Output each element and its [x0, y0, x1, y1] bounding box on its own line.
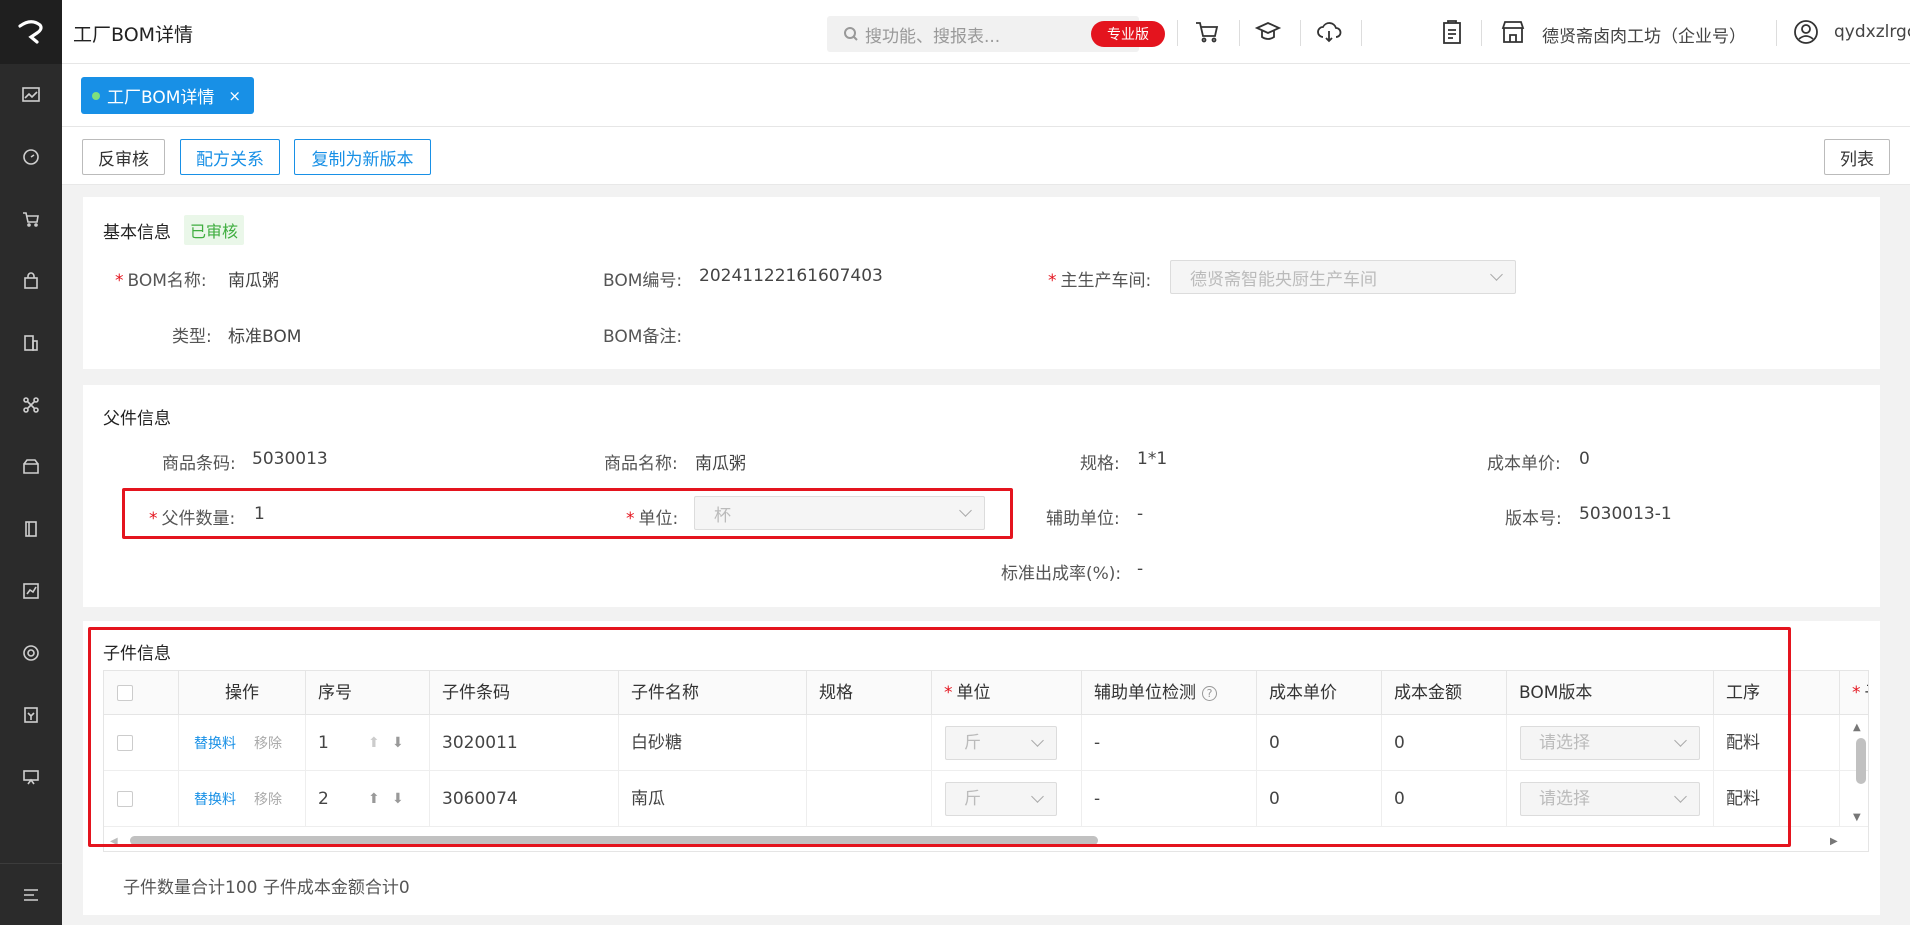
settings-icon[interactable] [0, 622, 62, 684]
parent-qty-label: * 父件数量: [149, 509, 236, 529]
scroll-down-icon[interactable]: ▼ [1853, 812, 1861, 823]
workshop-select[interactable]: 德贤斋智能央厨生产车间 [1170, 260, 1516, 294]
recipe-relation-button[interactable]: 配方关系 [180, 139, 280, 175]
building-icon[interactable] [0, 312, 62, 374]
highlight-box-child [88, 627, 1791, 847]
book-icon[interactable] [0, 498, 62, 560]
store-icon[interactable] [1495, 14, 1531, 50]
finance-icon[interactable] [0, 684, 62, 746]
divider [1361, 20, 1362, 46]
spec-label: 规格: [1080, 454, 1120, 474]
scroll-up-icon[interactable]: ▲ [1853, 722, 1861, 733]
unit-select-value: 杯 [714, 505, 731, 526]
col-header-more: *子 [1852, 683, 1868, 703]
tab-strip: 工厂BOM详情 × [62, 64, 1910, 127]
product-name-label: 商品名称: [604, 454, 678, 474]
status-badge: 已审核 [184, 215, 245, 245]
child-summary: 子件数量合计100 子件成本金额合计0 [123, 878, 410, 898]
parent-info-title: 父件信息 [103, 409, 171, 429]
yield-label: 标准出成率(%): [1001, 564, 1122, 584]
divider [1239, 20, 1240, 46]
version-value: 5030013-1 [1579, 504, 1672, 524]
pro-badge[interactable]: 专业版 [1091, 21, 1165, 47]
tab-label: 工厂BOM详情 [107, 88, 215, 108]
divider [1177, 20, 1178, 46]
dashboard-icon[interactable] [0, 64, 62, 126]
basic-info-card [83, 197, 1880, 369]
workshop-select-value: 德贤斋智能央厨生产车间 [1190, 269, 1377, 290]
shopping-cart-icon[interactable] [1189, 14, 1225, 50]
user-avatar-icon[interactable] [1788, 14, 1824, 50]
left-sidebar [0, 0, 62, 925]
yield-value: - [1137, 559, 1144, 579]
bom-code-label: BOM编号: [603, 271, 683, 291]
app-logo[interactable] [0, 0, 62, 64]
box-icon[interactable] [0, 436, 62, 498]
toolbar: 反审核 配方关系 复制为新版本 列表 [62, 127, 1910, 185]
cost-value: 0 [1579, 449, 1590, 469]
cart-icon[interactable] [0, 188, 62, 250]
aux-unit-value: - [1137, 504, 1144, 524]
type-value: 标准BOM [228, 327, 302, 347]
parent-qty-value: 1 [254, 504, 265, 524]
active-dot-icon [92, 91, 100, 100]
bom-name-value: 南瓜粥 [228, 271, 279, 291]
barcode-value: 5030013 [252, 449, 328, 469]
collapse-menu-icon[interactable] [0, 863, 62, 925]
divider [1481, 20, 1482, 46]
chevron-down-icon [1490, 268, 1503, 281]
cloud-download-icon[interactable] [1311, 14, 1347, 50]
tab-bom-detail[interactable]: 工厂BOM详情 × [81, 77, 254, 114]
report-icon[interactable] [0, 560, 62, 622]
copy-new-version-button[interactable]: 复制为新版本 [294, 139, 431, 175]
search-icon [844, 27, 858, 41]
basic-info-title: 基本信息 [103, 223, 171, 243]
clipboard-icon[interactable] [1434, 14, 1470, 50]
unaudit-button[interactable]: 反审核 [82, 139, 165, 175]
network-icon[interactable] [0, 374, 62, 436]
page-title: 工厂BOM详情 [73, 24, 194, 46]
bag-icon[interactable] [0, 250, 62, 312]
product-name-value: 南瓜粥 [695, 454, 746, 474]
workshop-label: * 主生产车间: [1048, 271, 1152, 291]
search-placeholder: 搜功能、搜报表... [865, 26, 1001, 47]
unit-label: * 单位: [626, 509, 679, 529]
close-icon[interactable]: × [228, 87, 241, 105]
divider [1300, 20, 1301, 46]
graduation-cap-icon[interactable] [1250, 14, 1286, 50]
chevron-down-icon [959, 504, 972, 517]
bom-code-value: 20241122161607403 [699, 266, 883, 286]
barcode-label: 商品条码: [162, 454, 236, 474]
scroll-right-icon[interactable]: ▶ [1830, 836, 1838, 847]
unit-select[interactable]: 杯 [694, 496, 985, 530]
bom-name-label: * BOM名称: [115, 271, 207, 291]
vertical-scrollbar[interactable] [1856, 738, 1866, 784]
type-label: 类型: [172, 327, 212, 347]
list-button[interactable]: 列表 [1824, 139, 1890, 175]
logo-icon [18, 20, 43, 44]
cost-label: 成本单价: [1487, 454, 1561, 474]
divider [1776, 20, 1777, 46]
spec-value: 1*1 [1137, 449, 1168, 469]
bom-remark-label: BOM备注: [603, 327, 683, 347]
version-label: 版本号: [1505, 509, 1562, 529]
aux-unit-label: 辅助单位: [1046, 509, 1120, 529]
clock-icon[interactable] [0, 126, 62, 188]
user-name[interactable]: qydxzlrgc [1834, 22, 1910, 42]
presentation-icon[interactable] [0, 746, 62, 808]
top-header: 工厂BOM详情 搜功能、搜报表... 专业版 德贤斋卤肉工坊（企业号） qydx… [62, 0, 1910, 64]
shop-name[interactable]: 德贤斋卤肉工坊（企业号） [1542, 22, 1746, 47]
